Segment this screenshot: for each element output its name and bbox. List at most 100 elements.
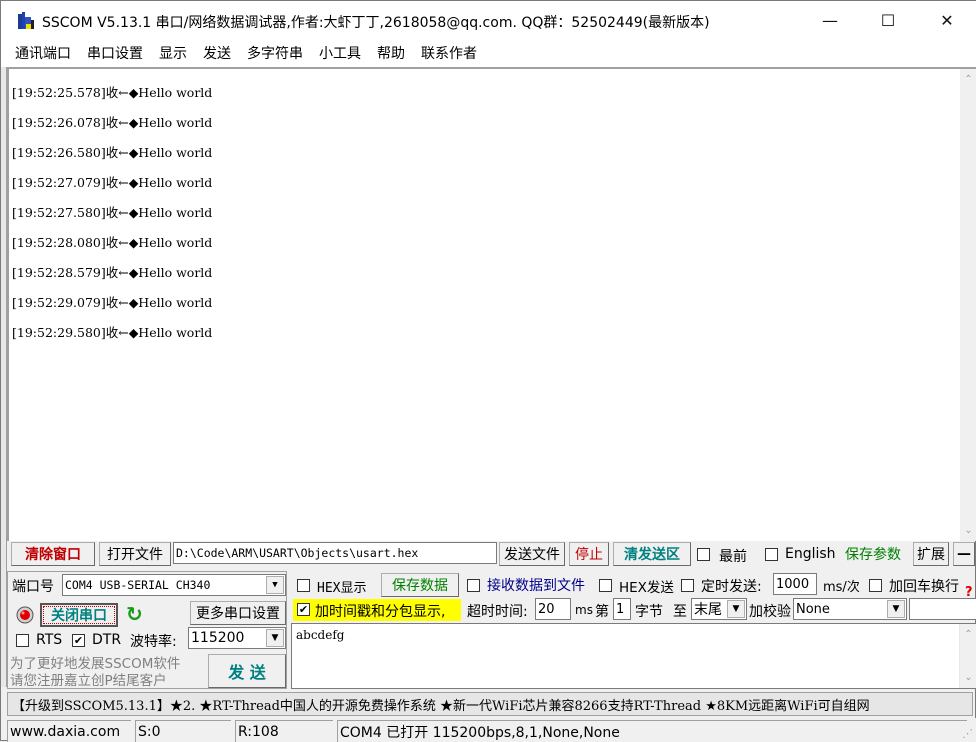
byte-end-value: 末尾 bbox=[694, 602, 722, 618]
chevron-down-icon[interactable]: ▼ bbox=[887, 600, 905, 618]
file-path-input[interactable]: D:\Code\ARM\USART\Objects\usart.hex bbox=[173, 542, 497, 564]
english-label: English bbox=[785, 546, 836, 562]
topmost-label: 最前 bbox=[719, 549, 747, 565]
file-toolbar: 清除窗口 打开文件 D:\Code\ARM\USART\Objects\usar… bbox=[7, 542, 976, 569]
rts-checkbox[interactable] bbox=[16, 634, 29, 647]
expand-button[interactable]: 扩展 bbox=[913, 542, 949, 566]
append-crlf-checkbox[interactable] bbox=[869, 579, 882, 592]
scroll-up-icon[interactable]: ⌃ bbox=[960, 626, 976, 643]
save-params-button[interactable]: 保存参数 bbox=[837, 542, 909, 566]
baud-select[interactable]: 115200 ▼ bbox=[188, 627, 286, 649]
menu-contact-author[interactable]: 联系作者 bbox=[413, 43, 485, 63]
receive-line: [19:52:29.580]收←◆Hello world bbox=[12, 325, 213, 340]
status-bar: www.daxia.com S:0 R:108 COM4 已打开 115200b… bbox=[7, 718, 976, 742]
minimize-button[interactable]: — bbox=[801, 1, 859, 39]
send-text: abcdefg bbox=[296, 628, 345, 642]
menu-send[interactable]: 发送 bbox=[195, 43, 239, 63]
topmost-checkbox[interactable] bbox=[697, 548, 710, 561]
receive-log: [19:52:25.578]收←◆Hello world [19:52:26.0… bbox=[12, 83, 212, 353]
checksum-label: 加校验 bbox=[749, 604, 791, 620]
hex-display-checkbox[interactable] bbox=[297, 579, 310, 592]
chevron-down-icon[interactable]: ▼ bbox=[266, 576, 284, 594]
collapse-button[interactable]: — bbox=[953, 542, 975, 566]
receive-scrollbar[interactable]: ⌃ ⌄ bbox=[960, 69, 976, 541]
english-checkbox[interactable] bbox=[765, 548, 778, 561]
news-ticker[interactable]: 【升级到SSCOM5.13.1】★2. ★RT-Thread中国人的开源免费操作… bbox=[7, 692, 973, 716]
checksum-select[interactable]: None ▼ bbox=[793, 598, 907, 620]
receive-line: [19:52:28.579]收←◆Hello world bbox=[12, 265, 213, 280]
receive-line: [19:52:27.079]收←◆Hello world bbox=[12, 175, 213, 190]
send-scrollbar[interactable]: ⌃ ⌄ bbox=[959, 624, 976, 688]
append-crlf-label: 加回车换行 bbox=[889, 579, 959, 595]
control-panel: 端口号 COM4 USB-SERIAL CH340 ▼ 关闭串口 ↻ 更多串口设… bbox=[7, 571, 976, 691]
timeout-input[interactable]: 20 bbox=[535, 598, 571, 620]
timeout-label: 超时时间: bbox=[467, 604, 528, 620]
send-file-button[interactable]: 发送文件 bbox=[499, 542, 565, 566]
receive-line: [19:52:26.078]收←◆Hello world bbox=[12, 115, 213, 130]
byte-end-select[interactable]: 末尾 ▼ bbox=[691, 598, 747, 620]
timed-send-label: 定时发送: bbox=[701, 579, 762, 595]
receive-line: [19:52:28.080]收←◆Hello world bbox=[12, 235, 213, 250]
close-button[interactable]: ✕ bbox=[918, 1, 976, 39]
send-button[interactable]: 发 送 bbox=[208, 654, 286, 688]
menu-tools[interactable]: 小工具 bbox=[311, 43, 369, 63]
timestamp-checkbox[interactable]: ✔ bbox=[297, 603, 310, 616]
to-label: 至 bbox=[673, 604, 687, 620]
menu-comm-port[interactable]: 通讯端口 bbox=[7, 43, 79, 63]
receive-line: [19:52:29.079]收←◆Hello world bbox=[12, 295, 213, 310]
send-text-area[interactable]: abcdefg ⌃ ⌄ bbox=[291, 623, 976, 689]
scroll-down-icon[interactable]: ⌄ bbox=[960, 669, 976, 686]
close-port-button[interactable]: 关闭串口 bbox=[40, 603, 118, 627]
status-port-state: COM4 已打开 115200bps,8,1,None,None bbox=[337, 720, 967, 742]
status-website[interactable]: www.daxia.com bbox=[7, 720, 131, 742]
recv-to-file-label[interactable]: 接收数据到文件 bbox=[487, 575, 585, 595]
chevron-down-icon[interactable]: ▼ bbox=[727, 600, 745, 618]
port-select[interactable]: COM4 USB-SERIAL CH340 ▼ bbox=[62, 574, 286, 596]
open-file-button[interactable]: 打开文件 bbox=[99, 542, 171, 566]
promo-line-1: 为了更好地发展SSCOM软件 bbox=[10, 656, 181, 672]
rts-label: RTS bbox=[36, 632, 63, 648]
baud-label: 波特率: bbox=[130, 634, 177, 650]
chevron-down-icon[interactable]: ▼ bbox=[266, 629, 284, 647]
maximize-button[interactable]: ☐ bbox=[859, 1, 917, 39]
checksum-value: None bbox=[796, 601, 830, 617]
scroll-up-icon[interactable]: ⌃ bbox=[960, 71, 976, 88]
timestamp-label: 加时间戳和分包显示, bbox=[315, 604, 446, 620]
scroll-down-icon[interactable]: ⌄ bbox=[960, 522, 976, 539]
port-status-led-icon bbox=[16, 606, 34, 624]
dtr-checkbox[interactable]: ✔ bbox=[72, 634, 85, 647]
interval-unit: ms/次 bbox=[823, 580, 860, 595]
clear-send-button[interactable]: 清发送区 bbox=[613, 542, 691, 566]
byte-start-input[interactable]: 1 bbox=[613, 598, 631, 620]
resize-grip-icon[interactable]: ⋰ bbox=[962, 727, 973, 740]
save-data-button[interactable]: 保存数据 bbox=[381, 573, 459, 597]
status-sent-count: S:0 bbox=[135, 720, 231, 742]
menu-multi-string[interactable]: 多字符串 bbox=[239, 43, 311, 63]
checksum-extra-input[interactable] bbox=[909, 598, 976, 620]
receive-line: [19:52:25.578]收←◆Hello world bbox=[12, 85, 213, 100]
port-panel: 端口号 COM4 USB-SERIAL CH340 ▼ 关闭串口 ↻ 更多串口设… bbox=[7, 571, 287, 689]
dtr-label: DTR bbox=[92, 632, 122, 648]
byte-prefix: 第 bbox=[595, 604, 609, 620]
byte-label: 字节 bbox=[635, 604, 663, 620]
recv-to-file-checkbox[interactable] bbox=[467, 579, 480, 592]
interval-input[interactable]: 1000 bbox=[773, 573, 817, 595]
stop-button[interactable]: 停止 bbox=[569, 542, 609, 566]
promo-line-2: 请您注册嘉立创P结尾客户 bbox=[10, 673, 167, 689]
menu-help[interactable]: 帮助 bbox=[369, 43, 413, 63]
more-port-settings-button[interactable]: 更多串口设置 bbox=[190, 601, 286, 625]
receive-area[interactable]: [19:52:25.578]收←◆Hello world [19:52:26.0… bbox=[7, 67, 976, 541]
menu-bar: 通讯端口 串口设置 显示 发送 多字符串 小工具 帮助 联系作者 bbox=[1, 39, 976, 67]
promo-text: 为了更好地发展SSCOM软件 请您注册嘉立创P结尾客户 bbox=[10, 656, 180, 690]
timed-send-checkbox[interactable] bbox=[681, 579, 694, 592]
refresh-icon[interactable]: ↻ bbox=[126, 602, 143, 626]
clear-window-button[interactable]: 清除窗口 bbox=[11, 542, 95, 566]
hex-send-label: HEX发送 bbox=[619, 580, 674, 596]
hex-send-checkbox[interactable] bbox=[599, 579, 612, 592]
menu-serial-settings[interactable]: 串口设置 bbox=[79, 43, 151, 63]
menu-display[interactable]: 显示 bbox=[151, 43, 195, 63]
app-logo-icon bbox=[18, 12, 34, 29]
baud-value: 115200 bbox=[191, 630, 245, 646]
window-title: SSCOM V5.13.1 串口/网络数据调试器,作者:大虾丁丁,2618058… bbox=[42, 15, 710, 31]
title-bar: SSCOM V5.13.1 串口/网络数据调试器,作者:大虾丁丁,2618058… bbox=[1, 1, 976, 39]
